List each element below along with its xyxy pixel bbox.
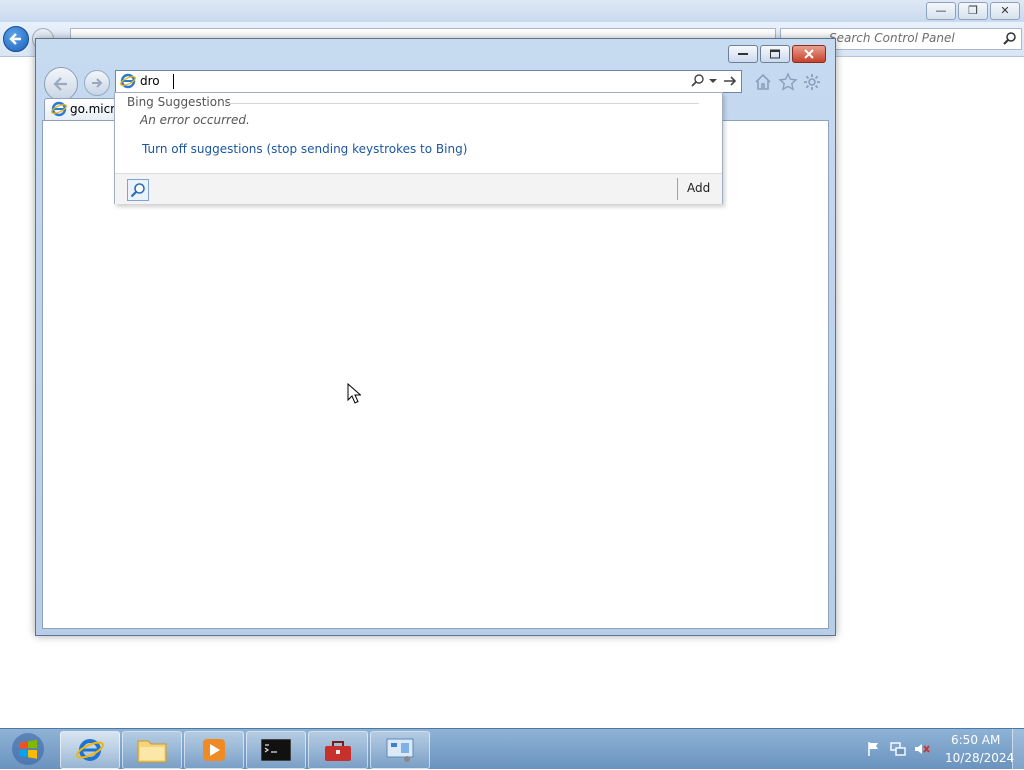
ie-page-icon xyxy=(120,73,136,89)
toolbox-icon xyxy=(325,741,351,761)
search-provider-button[interactable] xyxy=(127,179,149,201)
ie-address-bar[interactable] xyxy=(115,70,742,93)
search-icon xyxy=(130,183,145,198)
close-icon xyxy=(804,49,814,59)
clock-time[interactable]: 6:50 AM xyxy=(951,733,1000,747)
favorites-button[interactable] xyxy=(778,72,798,92)
folder-icon xyxy=(137,740,167,763)
ie-back-button[interactable] xyxy=(44,67,78,101)
suggestions-error-text: An error occurred. xyxy=(140,113,250,127)
start-button[interactable] xyxy=(7,731,49,767)
address-input[interactable] xyxy=(140,72,660,90)
tools-button[interactable] xyxy=(802,72,822,92)
chevron-down-icon[interactable] xyxy=(708,77,718,85)
control-panel-icon xyxy=(386,738,414,762)
add-provider-button[interactable]: Add xyxy=(687,181,710,195)
ie-page-icon xyxy=(51,101,67,117)
back-arrow-icon xyxy=(9,33,21,45)
turn-off-suggestions-link[interactable]: Turn off suggestions (stop sending keyst… xyxy=(142,142,467,156)
minimize-icon xyxy=(738,53,748,55)
show-desktop-button[interactable] xyxy=(1012,729,1024,769)
ie-forward-button[interactable] xyxy=(84,70,110,96)
taskbar-file-explorer[interactable] xyxy=(122,731,182,769)
taskbar-command-prompt[interactable] xyxy=(246,731,306,769)
text-caret xyxy=(173,74,174,89)
forward-arrow-icon xyxy=(92,78,103,88)
bg-search-placeholder: Search Control Panel xyxy=(829,31,955,45)
clock-date[interactable]: 10/28/2024 xyxy=(945,751,1014,765)
action-center-flag-icon[interactable] xyxy=(866,741,882,757)
home-icon xyxy=(755,73,771,90)
divider xyxy=(677,178,678,200)
address-suggestions-dropdown: Bing Suggestions An error occurred. Turn… xyxy=(114,92,723,204)
ie-maximize-button[interactable] xyxy=(760,45,790,63)
star-icon xyxy=(778,72,798,91)
go-arrow-icon[interactable] xyxy=(722,73,738,89)
gear-icon xyxy=(804,74,820,90)
divider xyxy=(225,103,699,104)
media-player-icon xyxy=(203,739,225,761)
network-icon[interactable] xyxy=(890,741,906,757)
search-icon[interactable] xyxy=(690,73,706,89)
control-panel-titlebar: — ❐ ✕ xyxy=(0,0,1024,22)
back-arrow-icon xyxy=(53,77,67,91)
bg-back-button[interactable] xyxy=(3,26,29,52)
taskbar-control-panel[interactable] xyxy=(370,731,430,769)
taskbar-media-player[interactable] xyxy=(184,731,244,769)
taskbar-internet-explorer[interactable] xyxy=(60,731,120,769)
search-icon[interactable] xyxy=(1003,31,1017,45)
command-prompt-icon xyxy=(261,739,291,761)
volume-muted-icon[interactable] xyxy=(914,741,930,757)
bg-close-button[interactable]: ✕ xyxy=(990,2,1020,20)
ie-minimize-button[interactable] xyxy=(728,45,758,63)
windows-logo-icon xyxy=(12,733,44,765)
bg-restore-button[interactable]: ❐ xyxy=(958,2,988,20)
taskbar: 6:50 AM 10/28/2024 xyxy=(0,728,1024,769)
internet-explorer-icon xyxy=(76,739,104,761)
home-button[interactable] xyxy=(753,72,773,92)
search-provider-bar: Add xyxy=(115,173,722,204)
restore-icon xyxy=(770,49,780,59)
bg-minimize-button[interactable]: — xyxy=(926,2,956,20)
suggestions-heading: Bing Suggestions xyxy=(127,95,231,109)
ie-close-button[interactable] xyxy=(792,45,826,63)
taskbar-toolbox[interactable] xyxy=(308,731,368,769)
mouse-cursor-icon xyxy=(347,383,361,404)
